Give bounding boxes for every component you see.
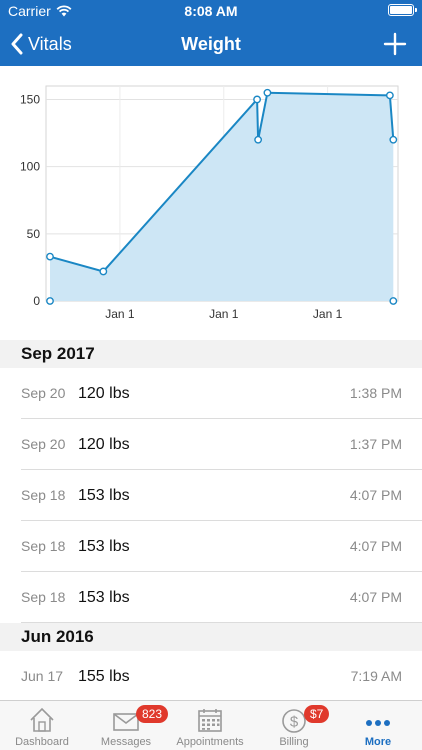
weight-entry-row[interactable]: Sep 18 153 lbs 4:07 PM: [0, 521, 422, 572]
data-point: [263, 88, 272, 97]
entry-time: 4:07 PM: [349, 538, 402, 554]
weight-entry-row[interactable]: Sep 18 153 lbs 4:07 PM: [0, 470, 422, 521]
messages-badge: 823: [136, 705, 169, 723]
entry-date: Sep 18: [21, 538, 66, 554]
tab-appointments[interactable]: Appointments: [168, 701, 252, 750]
entry-date: Jun 17: [21, 668, 64, 684]
entry-weight: 155 lbs: [78, 668, 130, 685]
billing-badge: $7: [304, 705, 330, 723]
x-tick-label: Jan 1: [105, 307, 135, 321]
tab-label: Appointments: [176, 736, 244, 748]
section-header: Jun 2016: [0, 623, 422, 651]
entry-time: 1:37 PM: [349, 436, 402, 452]
entry-time: 4:07 PM: [349, 589, 402, 605]
tab-dashboard[interactable]: Dashboard: [0, 701, 84, 750]
tab-label: More: [364, 736, 392, 748]
entry-time: 4:07 PM: [349, 487, 402, 503]
data-point: [389, 135, 398, 144]
data-point: [389, 297, 398, 305]
weight-entry-row[interactable]: Sep 20 120 lbs 1:38 PM: [0, 368, 422, 419]
entry-date: Sep 20: [21, 436, 66, 452]
ellipsis-icon: [366, 720, 390, 726]
back-button[interactable]: Vitals: [10, 22, 72, 66]
x-tick-label: Jan 1: [209, 307, 239, 321]
weight-entry-row[interactable]: Jun 17 155 lbs 7:19 AM: [0, 651, 422, 702]
calendar-icon: [198, 709, 222, 732]
data-point: [253, 95, 261, 104]
battery-icon: [388, 4, 417, 16]
entry-time: 1:38 PM: [349, 385, 402, 401]
tab-bar: Dashboard 823 Messages Appointments $ $7…: [0, 700, 422, 750]
tab-billing[interactable]: $ $7 Billing: [252, 701, 336, 750]
y-tick-label: 150: [20, 92, 40, 106]
data-point: [46, 252, 54, 261]
data-point: [385, 91, 394, 100]
weight-entry-row[interactable]: Sep 18 153 lbs 4:07 PM: [0, 572, 422, 623]
tab-label: Messages: [100, 736, 152, 748]
status-time: 8:08 AM: [184, 3, 238, 19]
entry-weight: 153 lbs: [78, 538, 130, 555]
y-tick-label: 0: [33, 294, 40, 308]
entry-weight: 120 lbs: [78, 385, 130, 402]
chevron-left-icon: [11, 33, 23, 55]
entry-weight: 153 lbs: [78, 487, 130, 504]
svg-text:$: $: [290, 714, 299, 731]
entry-date: Sep 18: [21, 589, 66, 605]
nav-bar: Vitals Weight: [0, 22, 422, 66]
entry-weight: 153 lbs: [78, 589, 130, 606]
weight-entry-row[interactable]: Sep 20 120 lbs 1:37 PM: [0, 419, 422, 470]
y-tick-label: 100: [20, 160, 40, 174]
tab-label: Dashboard: [15, 736, 69, 748]
back-label: Vitals: [28, 33, 72, 54]
y-tick-label: 50: [27, 227, 41, 241]
data-point: [99, 267, 108, 276]
entry-date: Sep 18: [21, 487, 66, 503]
house-icon: [30, 707, 54, 732]
data-point: [254, 135, 263, 144]
tab-more[interactable]: More: [336, 701, 420, 750]
section-header: Sep 2017: [0, 340, 422, 368]
weight-chart: 150 100 50 0 Jan 1 Jan 1 Jan 1: [0, 66, 422, 340]
add-button[interactable]: [380, 29, 410, 59]
entry-time: 7:19 AM: [350, 668, 402, 684]
x-tick-label: Jan 1: [313, 307, 343, 321]
tab-messages[interactable]: 823 Messages: [84, 701, 169, 750]
plus-icon: [383, 32, 407, 56]
entry-date: Sep 20: [21, 385, 66, 401]
tab-label: Billing: [279, 736, 309, 748]
data-point: [46, 297, 54, 305]
entry-weight: 120 lbs: [78, 436, 130, 453]
status-bar: Carrier 8:08 AM: [0, 0, 422, 22]
weight-chart-svg: 150 100 50 0 Jan 1 Jan 1 Jan 1: [20, 85, 399, 321]
